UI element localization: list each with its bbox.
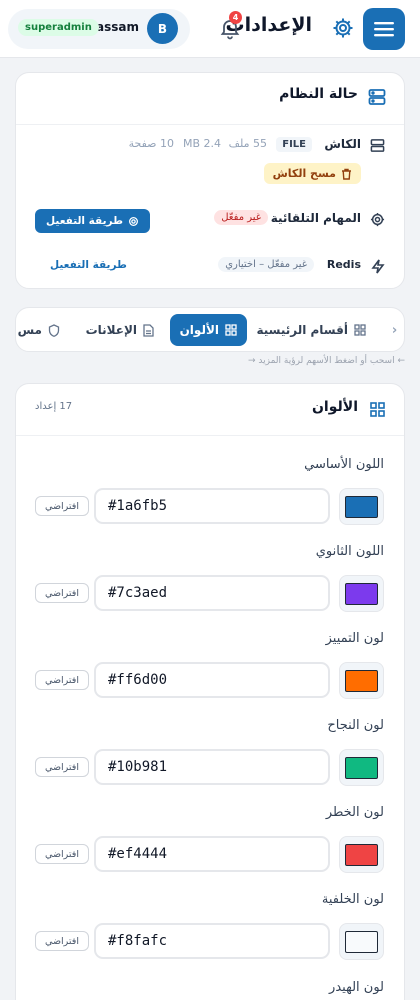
redis-status-badge: غير مفعّل – اختياري: [218, 257, 314, 272]
gear-icon: [333, 18, 353, 38]
color-swatch: [345, 582, 378, 605]
hamburger-icon: [374, 22, 394, 37]
status-title: حالة النظام: [279, 86, 358, 102]
color-swatch: [345, 669, 378, 692]
tasks-activation-button[interactable]: طريقة التفعيل: [35, 209, 150, 233]
settings-count: 17 إعداد: [35, 401, 73, 412]
tasks-status-badge: غير مفعّل: [214, 210, 268, 225]
tab-label: الألوان: [179, 323, 219, 337]
reset-default-button[interactable]: افتراضي: [35, 496, 89, 516]
colors-header: الألوان 17 إعداد: [16, 384, 404, 436]
menu-button[interactable]: [363, 8, 405, 50]
color-picker[interactable]: [339, 662, 384, 699]
settings-icon: [370, 212, 385, 227]
database-icon: [370, 139, 385, 152]
color-label: لون التمييز: [325, 631, 384, 646]
tab-colors[interactable]: الألوان: [169, 314, 247, 346]
tab-home-sections[interactable]: أقسام الرئيسية: [256, 314, 366, 346]
color-picker[interactable]: [339, 836, 384, 873]
tasks-activation-label: طريقة التفعيل: [46, 215, 123, 227]
redis-activation-link[interactable]: طريقة التفعيل: [50, 259, 127, 271]
cache-size: 2.4 MB: [182, 137, 221, 150]
color-hex-input[interactable]: [94, 575, 330, 611]
reset-default-button[interactable]: افتراضي: [35, 931, 89, 951]
cache-files: 55 ملف: [228, 137, 267, 150]
grid-icon: [225, 324, 237, 336]
color-picker[interactable]: [339, 749, 384, 786]
color-label: اللون الثانوي: [315, 544, 384, 559]
color-label: اللون الأساسي: [304, 457, 384, 472]
user-menu[interactable]: B Bassam superadmin: [8, 9, 190, 49]
cache-driver-tag: FILE: [276, 137, 312, 152]
trash-icon: [342, 168, 351, 180]
clear-cache-button[interactable]: مسح الكاش: [263, 163, 361, 184]
reset-default-button[interactable]: افتراضي: [35, 757, 89, 777]
grid-icon: [370, 402, 385, 417]
tab-partial-left[interactable]: م ‹: [391, 314, 404, 346]
color-hex-input[interactable]: [94, 749, 330, 785]
grid-icon: [354, 324, 366, 336]
role-badge: superadmin: [18, 19, 99, 36]
scheduled-tasks-label: المهام التلقائية: [270, 211, 361, 225]
reset-default-button[interactable]: افتراضي: [35, 844, 89, 864]
notification-badge: 4: [229, 11, 242, 24]
gear-icon: [128, 216, 138, 226]
reset-default-button[interactable]: افتراضي: [35, 670, 89, 690]
color-hex-input[interactable]: [94, 488, 330, 524]
color-swatch: [345, 930, 378, 953]
system-status-card: حالة النظام الكاش FILE 55 ملف 2.4 MB 10 …: [15, 72, 405, 289]
color-hex-input[interactable]: [94, 923, 330, 959]
chevron-left-icon: ‹: [391, 322, 398, 338]
color-label: لون الخلفية: [321, 892, 384, 907]
color-label: لون النجاح: [327, 718, 384, 733]
tab-label: م: [403, 323, 404, 337]
color-picker[interactable]: [339, 923, 384, 960]
color-swatch: [345, 756, 378, 779]
colors-card: الألوان 17 إعداد اللون الأساسي افتراضي ا…: [15, 383, 405, 1000]
color-picker[interactable]: [339, 575, 384, 612]
tab-label: مس: [17, 323, 42, 337]
color-label: لون الخطر: [325, 805, 384, 820]
status-header: حالة النظام: [16, 73, 404, 125]
tab-partial-right[interactable]: مس: [18, 314, 60, 346]
color-label: لون الهيدر: [329, 980, 384, 995]
server-icon: [368, 89, 386, 105]
cache-label: الكاش: [324, 137, 361, 151]
bolt-icon: [371, 259, 385, 274]
color-hex-input[interactable]: [94, 836, 330, 872]
color-swatch: [345, 843, 378, 866]
tabs-scroll-hint: ← اسحب أو اضغط الأسهم لرؤية المزيد →: [247, 356, 405, 366]
settings-tabs: م ‹ أقسام الرئيسية الألوان الإعلانات مس: [15, 307, 405, 352]
reset-default-button[interactable]: افتراضي: [35, 583, 89, 603]
redis-label: Redis: [326, 258, 361, 271]
tab-label: أقسام الرئيسية: [256, 323, 348, 337]
tab-label: الإعلانات: [85, 323, 137, 337]
avatar: B: [147, 13, 178, 44]
color-hex-input[interactable]: [94, 662, 330, 698]
shield-icon: [48, 323, 60, 337]
top-bar: الإعدادات 4 B Bassam superadmin: [0, 0, 420, 58]
colors-title: الألوان: [311, 399, 358, 415]
color-picker[interactable]: [339, 488, 384, 525]
tab-ads[interactable]: الإعلانات: [86, 314, 154, 346]
clear-cache-label: مسح الكاش: [272, 167, 336, 180]
color-swatch: [345, 495, 378, 518]
cache-pages: 10 صفحة: [128, 137, 174, 150]
document-icon: [143, 323, 154, 337]
